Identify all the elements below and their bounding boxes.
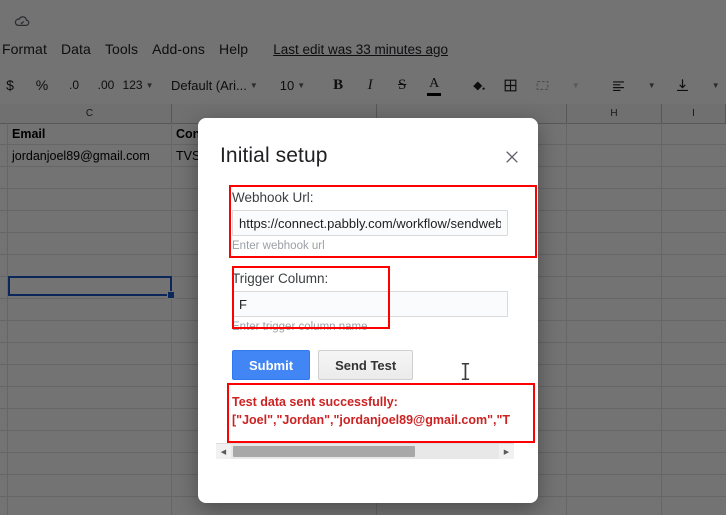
trigger-column-label: Trigger Column:	[232, 271, 329, 286]
webhook-url-hint: Enter webhook url	[232, 240, 325, 252]
scroll-right-arrow-icon[interactable]: ▶	[499, 444, 514, 459]
dialog-title: Initial setup	[220, 144, 328, 167]
close-x-icon[interactable]	[503, 148, 521, 166]
trigger-column-input[interactable]	[232, 291, 508, 317]
dialog-horizontal-scrollbar[interactable]: ◀ ▶	[216, 443, 514, 459]
trigger-column-hint: Enter trigger column name	[232, 321, 368, 333]
dialog-button-row: Submit Send Test	[232, 350, 414, 380]
webhook-url-input[interactable]	[232, 210, 508, 236]
scroll-left-arrow-icon[interactable]: ◀	[216, 444, 231, 459]
webhook-url-field-group: Webhook Url: Enter webhook url	[232, 190, 508, 252]
initial-setup-dialog: Initial setup Webhook Url: Enter webhook…	[198, 118, 538, 503]
trigger-column-field-group: Trigger Column: Enter trigger column nam…	[232, 271, 508, 333]
submit-button[interactable]: Submit	[232, 350, 311, 380]
test-result-message: Test data sent successfully: ["Joel","Jo…	[232, 393, 524, 429]
dialog-body: Webhook Url: Enter webhook url Trigger C…	[216, 185, 537, 476]
text-ibeam-cursor	[461, 363, 470, 380]
test-result-payload: ["Joel","Jordan","jordanjoel89@gmail.com…	[232, 413, 511, 428]
test-result-heading: Test data sent successfully:	[232, 395, 398, 409]
webhook-url-label: Webhook Url:	[232, 190, 314, 205]
send-test-button[interactable]: Send Test	[318, 350, 414, 380]
scrollbar-thumb[interactable]	[233, 446, 415, 457]
